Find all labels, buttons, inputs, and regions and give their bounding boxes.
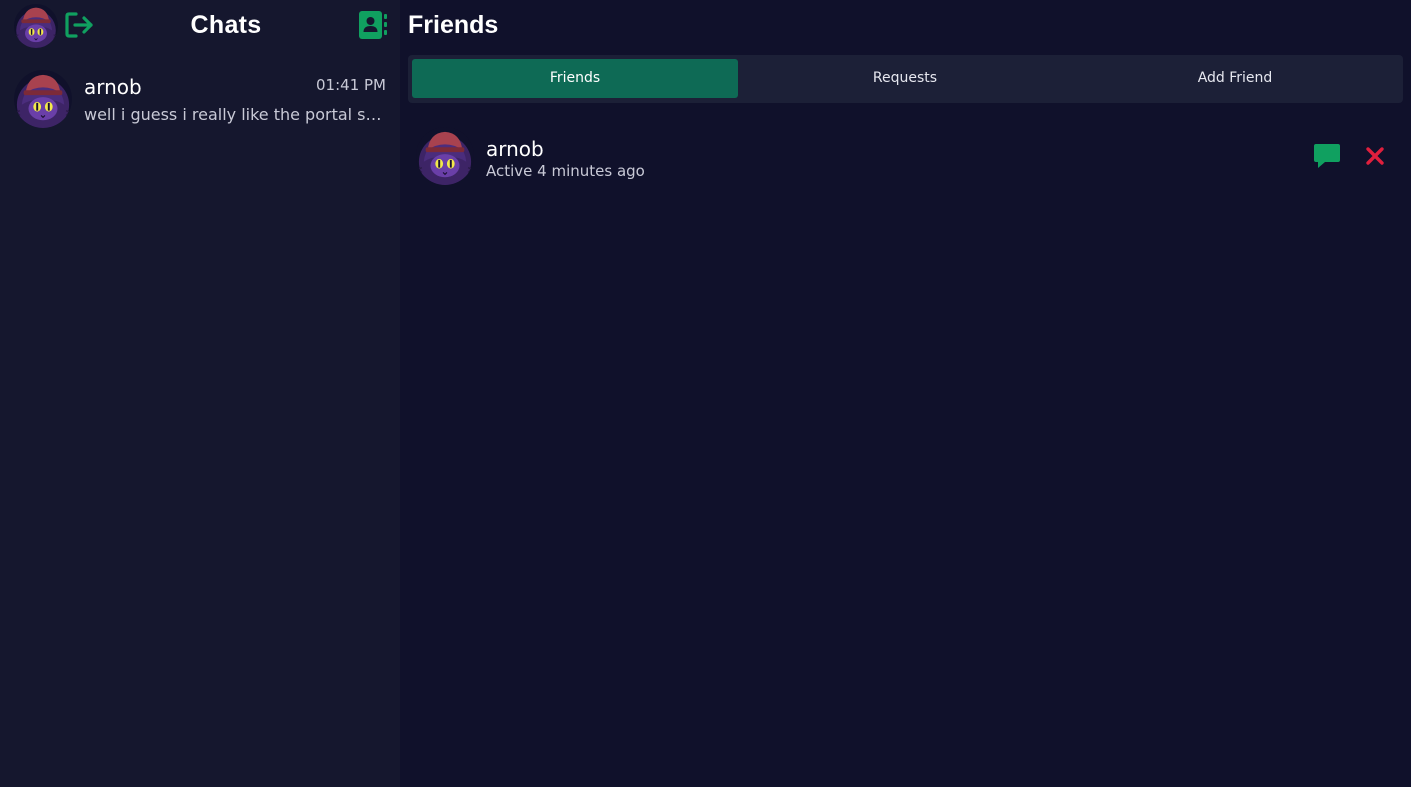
chat-avatar (14, 70, 72, 128)
sidebar: Chats arnob 01:41 PM well i guess i real… (0, 0, 400, 787)
user-avatar[interactable] (14, 4, 58, 48)
contacts-icon (359, 11, 387, 39)
logout-button[interactable] (64, 11, 96, 39)
message-friend-button[interactable] (1313, 142, 1341, 170)
page-title: Friends (408, 11, 499, 39)
chat-name: arnob (84, 75, 142, 99)
remove-friend-button[interactable] (1363, 144, 1387, 168)
main-panel: Friends Friends Requests Add Friend arno… (400, 0, 1411, 787)
contacts-button[interactable] (358, 10, 388, 40)
sidebar-title: Chats (190, 11, 262, 39)
tab-friends[interactable]: Friends (412, 59, 738, 98)
tab-requests[interactable]: Requests (740, 59, 1070, 98)
friend-name: arnob (486, 137, 544, 161)
chat-timestamp: 01:41 PM (316, 76, 386, 94)
chat-last-message: well i guess i really like the portal se… (84, 105, 386, 124)
sidebar-header: Chats (0, 0, 400, 52)
friend-avatar (416, 127, 474, 185)
close-icon (1366, 147, 1384, 165)
tab-add-friend[interactable]: Add Friend (1070, 59, 1400, 98)
chat-list-item[interactable]: arnob 01:41 PM well i guess i really lik… (0, 66, 400, 134)
logout-icon (65, 12, 93, 38)
tab-bar: Friends Requests Add Friend (408, 55, 1403, 103)
friend-status: Active 4 minutes ago (486, 162, 645, 180)
message-icon (1314, 144, 1340, 168)
friend-list-item: arnob Active 4 minutes ago (408, 124, 1403, 188)
